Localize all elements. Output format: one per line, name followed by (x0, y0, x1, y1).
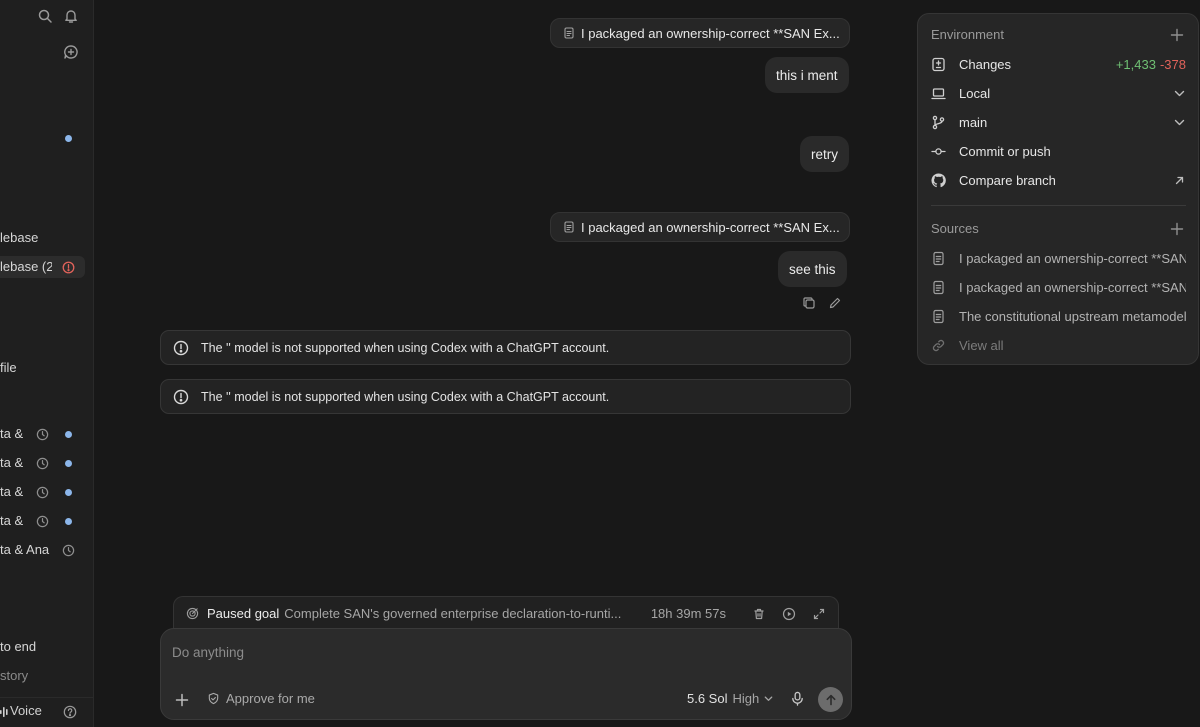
panel-divider (931, 205, 1186, 206)
new-chat-icon[interactable] (63, 44, 79, 60)
sources-heading: Sources (931, 221, 979, 236)
message-actions (802, 296, 842, 310)
chevron-down-icon (763, 693, 774, 704)
changes-row[interactable]: Changes +1,433 -378 (931, 53, 1186, 75)
composer: Approve for me 5.6 Sol High (160, 628, 852, 720)
clock-icon (36, 515, 49, 528)
link-icon (931, 338, 946, 353)
expand-icon[interactable] (812, 607, 826, 621)
sidebar-thread-item[interactable]: lebase (0, 227, 38, 249)
source-item[interactable]: I packaged an ownership-correct **SAN Ex (931, 276, 1186, 298)
reasoning-effort: High (732, 691, 760, 706)
chevron-down-icon (1173, 116, 1186, 129)
document-icon (931, 280, 946, 295)
goal-icon (186, 607, 199, 620)
paused-goal-bar: Paused goal Complete SAN's governed ente… (173, 596, 839, 630)
source-item[interactable]: I packaged an ownership-correct **SAN Ex (931, 247, 1186, 269)
plus-icon[interactable] (174, 692, 190, 708)
sidebar: lebase lebase (2 file ta & ta & ta & ta … (0, 0, 94, 727)
git-branch-icon (931, 115, 946, 130)
approve-for-me-button[interactable]: Approve for me (207, 691, 315, 706)
sidebar-thread-item-active[interactable]: lebase (2 (0, 256, 85, 278)
clock-icon (62, 544, 75, 557)
error-icon (62, 261, 75, 274)
git-commit-icon (931, 144, 946, 159)
message-input[interactable] (172, 641, 832, 663)
diff-icon (931, 57, 946, 72)
clock-icon (36, 428, 49, 441)
external-link-icon (1173, 174, 1186, 187)
compare-branch-button[interactable]: Compare branch (931, 169, 1186, 191)
attachment-pill[interactable]: I packaged an ownership-correct **SAN Ex… (550, 18, 850, 48)
sidebar-thread-item[interactable]: ta & (0, 481, 23, 503)
user-message: this i ment (765, 57, 849, 93)
microphone-icon[interactable] (790, 691, 805, 706)
unread-dot (65, 489, 72, 496)
commit-or-push-button[interactable]: Commit or push (931, 140, 1186, 162)
voice-icon[interactable] (0, 705, 8, 719)
attachment-pill[interactable]: I packaged an ownership-correct **SAN Ex… (550, 212, 850, 242)
unread-dot (65, 135, 72, 142)
sidebar-thread-item[interactable]: file (0, 357, 17, 379)
user-message: see this (778, 251, 847, 287)
sidebar-thread-item[interactable]: ta & (0, 423, 23, 445)
chevron-down-icon (1173, 87, 1186, 100)
document-icon (563, 221, 575, 233)
goal-elapsed-time: 18h 39m 57s (650, 606, 726, 621)
additions-count: +1,433 (1115, 56, 1156, 72)
unread-dot (65, 431, 72, 438)
shield-icon (207, 692, 220, 705)
environment-heading: Environment (931, 27, 1004, 42)
view-all-sources-link[interactable]: View all (931, 334, 1186, 356)
help-icon[interactable] (63, 705, 77, 719)
sidebar-thread-item[interactable]: story (0, 665, 28, 687)
attachment-title: I packaged an ownership-correct **SAN Ex… (581, 219, 840, 235)
clock-icon (36, 486, 49, 499)
goal-status: Paused goal (207, 606, 280, 621)
add-source-icon[interactable] (1170, 222, 1184, 236)
error-message: The '' model is not supported when using… (160, 330, 851, 365)
sidebar-thread-item[interactable]: ta & (0, 510, 23, 532)
unread-dot (65, 518, 72, 525)
source-item[interactable]: The constitutional upstream metamodel (931, 305, 1186, 327)
copy-icon[interactable] (802, 296, 816, 310)
sidebar-thread-item[interactable]: ta & Ana (0, 539, 52, 561)
error-message: The '' model is not supported when using… (160, 379, 851, 414)
edit-icon[interactable] (828, 296, 842, 310)
arrow-up-icon (825, 694, 837, 706)
warning-icon (173, 340, 189, 356)
clock-icon (36, 457, 49, 470)
voice-button[interactable]: Voice (10, 703, 42, 718)
search-icon[interactable] (37, 8, 53, 24)
goal-description: Complete SAN's governed enterprise decla… (284, 606, 622, 621)
add-environment-icon[interactable] (1170, 28, 1184, 42)
user-message: retry (800, 136, 849, 172)
laptop-icon (931, 86, 946, 101)
github-icon (931, 172, 946, 188)
branch-selector[interactable]: main (931, 111, 1186, 133)
attachment-title: I packaged an ownership-correct **SAN Ex… (581, 25, 840, 41)
bell-icon[interactable] (63, 8, 79, 24)
unread-dot (65, 460, 72, 467)
document-icon (563, 27, 575, 39)
location-selector[interactable]: Local (931, 82, 1186, 104)
model-name: 5.6 Sol (687, 691, 728, 706)
model-selector[interactable]: 5.6 Sol High (687, 691, 774, 706)
resume-icon[interactable] (782, 607, 796, 621)
send-button[interactable] (818, 687, 843, 712)
environment-panel: Environment Changes +1,433 -378 Local ma… (917, 13, 1199, 365)
sidebar-footer: Voice (0, 697, 93, 727)
warning-icon (173, 389, 189, 405)
sidebar-thread-item[interactable]: ta & (0, 452, 23, 474)
document-icon (931, 251, 946, 266)
sidebar-thread-item[interactable]: to end (0, 636, 36, 658)
trash-icon[interactable] (752, 607, 766, 621)
document-icon (931, 309, 946, 324)
deletions-count: -378 (1159, 56, 1186, 72)
